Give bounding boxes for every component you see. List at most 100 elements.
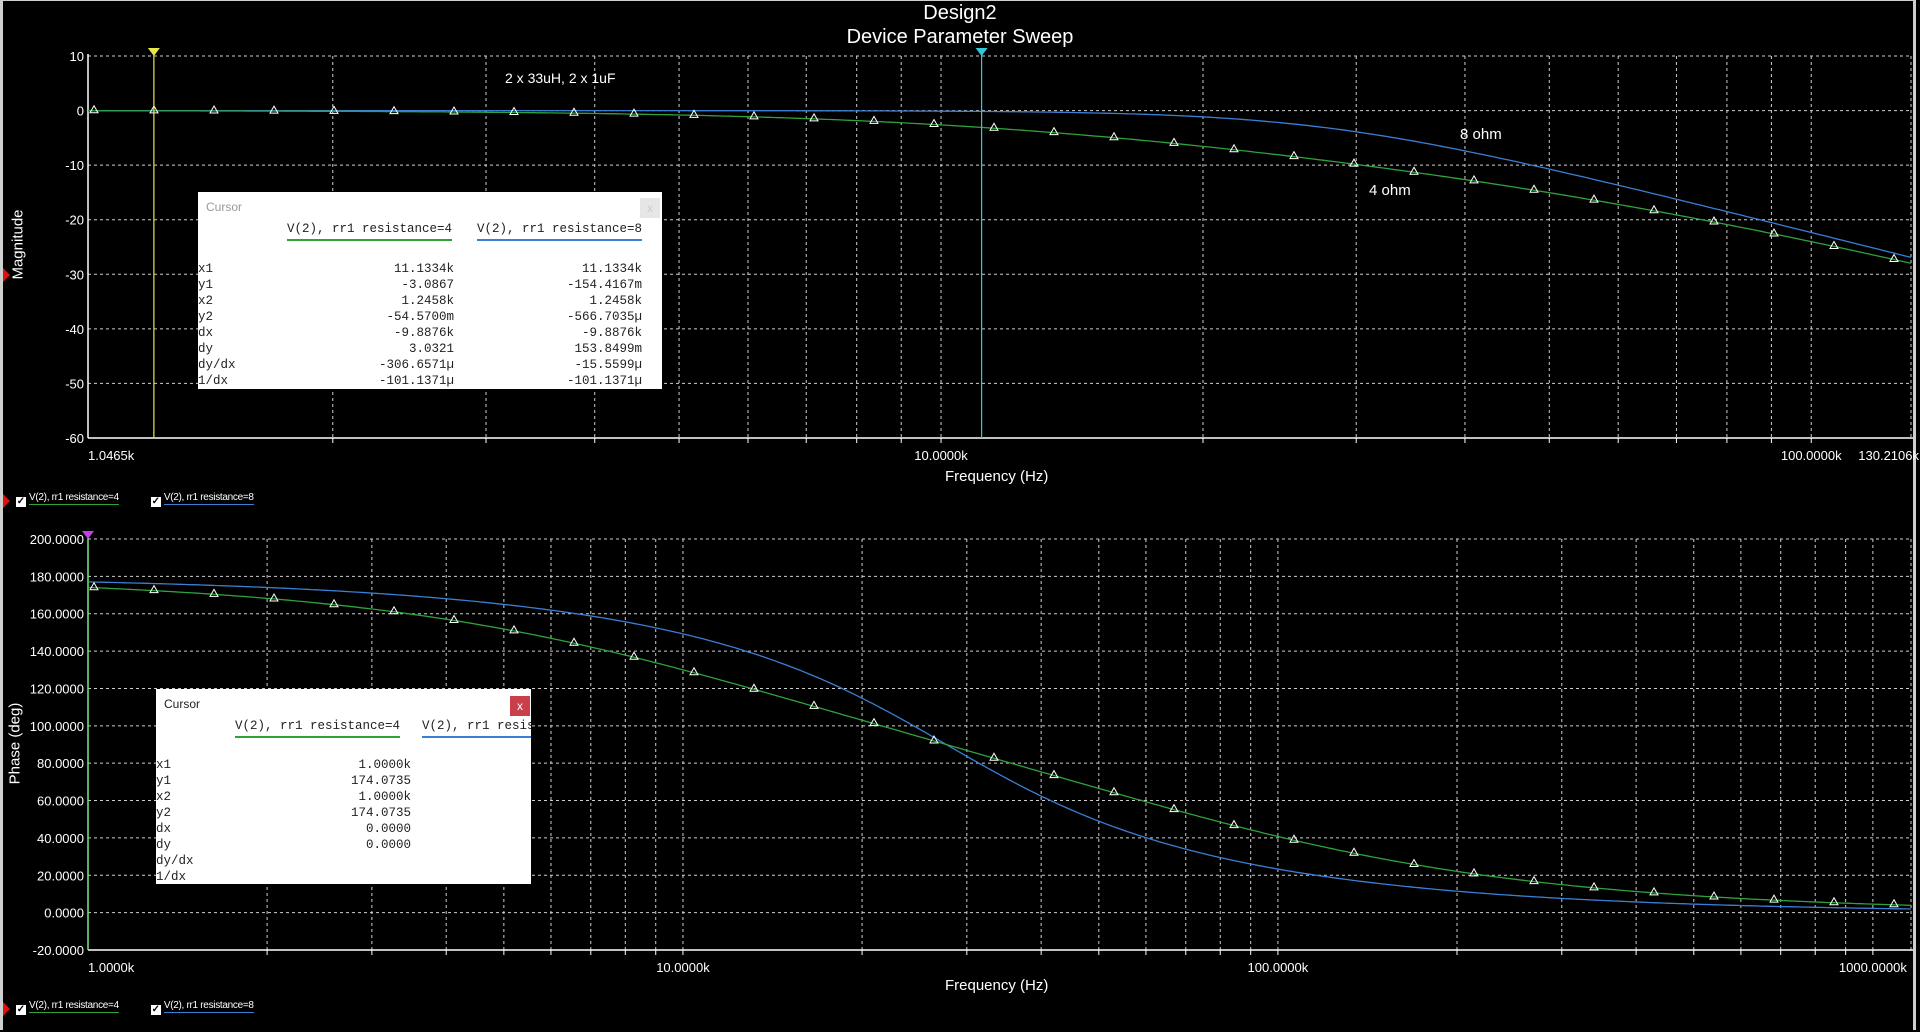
annotation-8-ohm: 8 ohm [1460,126,1502,143]
y-tick-label: -60 [65,431,84,446]
cursor-row: dx -9.8876k -9.8876k [198,326,662,342]
row-value-8ohm: 153.8499m [574,342,642,356]
y-tick-label: 0.0000 [44,906,84,921]
data-marker [1169,137,1179,146]
y-tick-label: -10 [65,158,84,173]
column-header: V(2), rr1 resistance=8 [422,719,531,738]
cursor-handle-2[interactable] [975,48,988,56]
annotation-4-ohm: 4 ohm [1369,182,1411,199]
y-tick-label: 0 [77,104,84,119]
row-value-4ohm: -306.6571µ [378,358,454,372]
active-trace-marker [3,494,10,508]
legend-item-4ohm[interactable]: ✓ V(2), rr1 resistance=4 [16,492,119,507]
legend-checkbox[interactable]: ✓ [150,1005,161,1015]
data-marker [1709,890,1719,900]
cursor-row: x2 1.0000k [156,790,531,806]
cursor-panel-magnitude[interactable]: Cursor x V(2), rr1 resistance=4 V(2), rr… [198,192,662,389]
cursor-row: dy 3.0321 153.8499m [198,342,662,358]
y-tick-label: 60.0000 [37,794,84,809]
data-marker [929,118,939,128]
row-value-8ohm: -101.1371µ [566,374,642,388]
row-label: dy [156,838,172,852]
cursor-row: dy/dx [156,854,531,870]
legend-bottom: ✓ V(2), rr1 resistance=4 ✓ V(2), rr1 res… [16,1000,268,1015]
row-label: dy [198,342,214,356]
y-tick-label: -50 [65,376,84,391]
cursor-row: y2 174.0735 [156,806,531,822]
cursor-row: dy/dx -306.6571µ -15.5599µ [198,358,662,374]
row-label: y2 [198,310,214,324]
legend-item-8ohm[interactable]: ✓ V(2), rr1 resistance=8 [150,1000,254,1015]
cursor-row: dy 0.0000 [156,838,531,854]
x-tick-label: 1.0465k [88,448,135,463]
x-tick-label: 1.0000k [88,960,135,975]
y-axis-title-bottom: Phase (deg) [6,702,24,785]
row-value-4ohm: 1.2458k [401,294,454,308]
cursor-row: 1/dx -101.1371µ -101.1371µ [198,374,662,389]
row-value-4ohm: 174.0735 [350,806,411,820]
data-marker [809,112,819,122]
row-label: y2 [156,806,172,820]
data-marker [749,110,759,120]
cursor-panel-title: Cursor [164,697,201,711]
data-marker [1889,898,1899,908]
y-tick-label: 160.0000 [30,607,84,622]
data-marker [329,105,339,114]
data-marker [569,107,579,116]
row-value-4ohm: 0.0000 [365,838,411,852]
legend-top: ✓ V(2), rr1 resistance=4 ✓ V(2), rr1 res… [16,492,268,507]
row-value-4ohm: -9.8876k [393,326,454,340]
data-marker [1649,886,1659,896]
x-axis-title-top: Frequency (Hz) [945,468,1049,485]
data-marker [1109,131,1119,141]
row-value-4ohm: 0.0000 [365,822,411,836]
y-tick-label: 100.0000 [30,719,84,734]
cursor-handle-1[interactable] [147,48,160,56]
row-label: x2 [156,790,172,804]
x-tick-label: 10.0000k [656,960,710,975]
data-marker [689,109,699,118]
y-axis-title-top: Magnitude [9,209,27,280]
data-marker [869,115,879,124]
data-marker [149,584,159,594]
y-tick-label: 140.0000 [30,644,84,659]
y-tick-label: -20 [65,213,84,228]
row-label: dx [198,326,214,340]
annotation-filter: 2 x 33uH, 2 x 1uF [505,70,616,86]
cursor-panel-title: Cursor [206,200,243,214]
row-label: dx [156,822,172,836]
y-tick-label: 80.0000 [37,756,84,771]
row-label: x1 [198,262,214,276]
cursor-row: x1 11.1334k 11.1334k [198,262,662,278]
data-marker [1589,881,1599,891]
data-marker [1769,894,1779,903]
row-value-4ohm: -54.5700m [386,310,454,324]
close-button[interactable]: x [640,198,660,218]
x-tick-label: 100.0000k [1248,960,1309,975]
legend-checkbox[interactable]: ✓ [16,497,26,507]
x-tick-label: 1000.0000k [1839,960,1907,975]
legend-checkbox[interactable]: ✓ [16,1005,26,1015]
row-value-8ohm: -9.8876k [581,326,642,340]
row-value-8ohm: -154.4167m [566,278,642,292]
active-trace-marker [3,1002,10,1016]
y-tick-label: -40 [65,322,84,337]
cursor-row: x2 1.2458k 1.2458k [198,294,662,310]
row-value-8ohm: -15.5599µ [574,358,642,372]
column-header: V(2), rr1 resistance=8 [476,222,642,241]
row-value-8ohm: 1.2458k [589,294,642,308]
legend-item-4ohm[interactable]: ✓ V(2), rr1 resistance=4 [16,1000,119,1015]
x-tick-label: 130.2106k [1858,448,1919,463]
row-label: 1/dx [198,374,229,388]
row-value-4ohm: -3.0867 [401,278,454,292]
data-marker [269,105,279,114]
legend-checkbox[interactable]: ✓ [150,497,161,507]
data-marker [89,581,99,591]
row-label: 1/dx [156,870,187,884]
cursor-row: y2 -54.5700m -566.7035µ [198,310,662,326]
cursor-row: dx 0.0000 [156,822,531,838]
y-tick-label: -30 [65,267,84,282]
close-button[interactable]: x [510,696,530,716]
cursor-panel-phase[interactable]: Cursor x V(2), rr1 resistance=4 V(2), rr… [156,689,531,884]
legend-item-8ohm[interactable]: ✓ V(2), rr1 resistance=8 [150,492,254,507]
